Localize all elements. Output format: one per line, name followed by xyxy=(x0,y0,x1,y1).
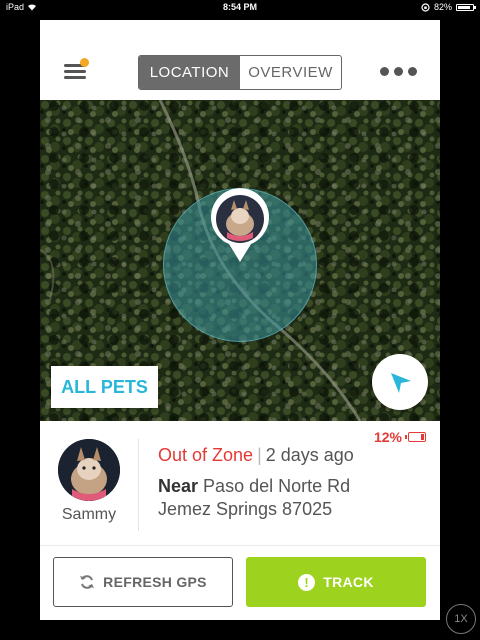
status-right: 82% xyxy=(421,0,476,14)
view-toggle: LOCATION OVERVIEW xyxy=(138,55,342,90)
status-separator: | xyxy=(257,445,262,465)
status-bar: iPad 8:54 PM 82% xyxy=(0,0,480,14)
pet-location-pin[interactable] xyxy=(207,188,273,264)
address-line-2: Jemez Springs 87025 xyxy=(158,499,333,519)
address-line-1: Near Paso del Norte Rd xyxy=(158,476,350,497)
app-screen: LOCATION OVERVIEW ALL PETS 12% Sammy Out… xyxy=(40,20,440,620)
app-header: LOCATION OVERVIEW xyxy=(40,20,440,100)
more-dots-icon[interactable] xyxy=(380,67,417,76)
divider xyxy=(138,439,139,531)
action-footer: REFRESH GPS ! TRACK xyxy=(40,545,440,620)
refresh-gps-button[interactable]: REFRESH GPS xyxy=(53,557,233,607)
tab-location[interactable]: LOCATION xyxy=(139,56,240,89)
location-arrow-icon[interactable] xyxy=(372,354,428,410)
track-label: TRACK xyxy=(323,574,374,590)
orientation-lock-icon xyxy=(421,2,430,12)
alert-circle-icon: ! xyxy=(298,573,316,591)
status-time: 8:54 PM xyxy=(222,2,257,12)
pet-name: Sammy xyxy=(61,506,117,523)
satellite-map[interactable]: ALL PETS xyxy=(40,100,440,421)
status-line: Out of Zone | 2 days ago xyxy=(158,445,354,466)
zoom-badge[interactable]: 1X xyxy=(446,604,476,634)
status-battery-icon xyxy=(456,3,476,11)
street: Paso del Norte Rd xyxy=(203,476,351,496)
zone-status: Out of Zone xyxy=(158,445,254,465)
last-seen: 2 days ago xyxy=(265,445,354,465)
status-battery-pct: 82% xyxy=(433,2,452,12)
track-button[interactable]: ! TRACK xyxy=(246,557,426,607)
pet-battery: 12% xyxy=(374,429,426,445)
battery-icon xyxy=(405,432,426,442)
notification-dot xyxy=(80,58,89,67)
battery-percent: 12% xyxy=(373,429,402,445)
refresh-icon xyxy=(80,575,95,589)
all-pets-button[interactable]: ALL PETS xyxy=(51,366,158,408)
refresh-label: REFRESH GPS xyxy=(103,574,207,590)
pet-info-panel: 12% Sammy Out of Zone | 2 days ago Near Pa… xyxy=(40,421,440,545)
hamburger-menu-icon[interactable] xyxy=(64,58,90,82)
near-label: Near xyxy=(158,476,199,496)
avatar[interactable] xyxy=(58,439,120,501)
tab-overview[interactable]: OVERVIEW xyxy=(240,56,341,89)
